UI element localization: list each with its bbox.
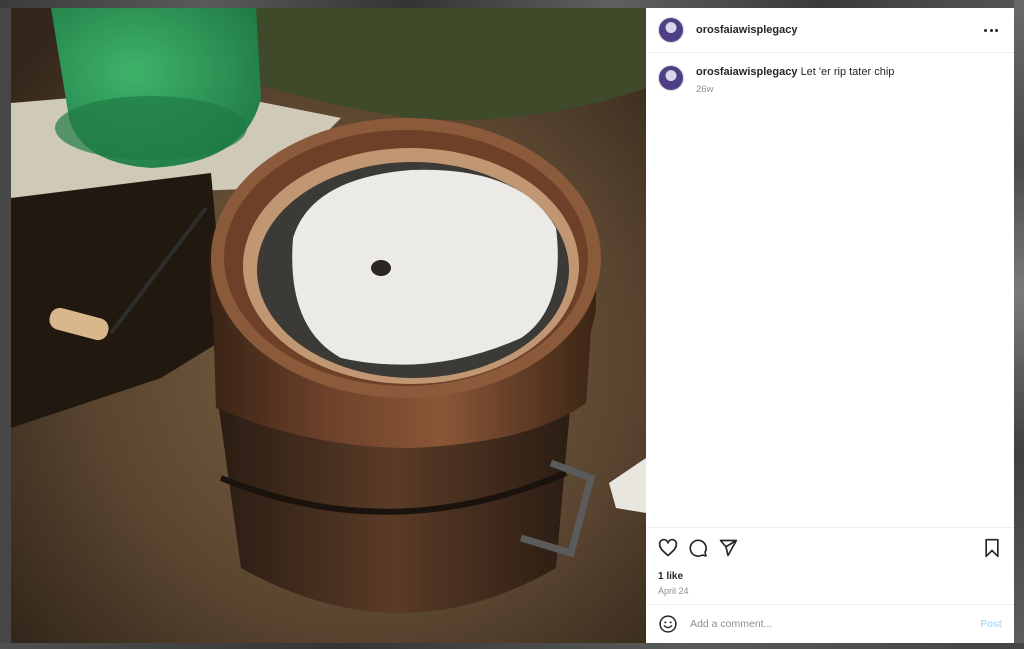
backdrop-bottom-edge [0, 643, 1024, 649]
caption-username[interactable]: orosfaiawisplegacy [696, 66, 798, 78]
caption-text: Let 'er rip tater chip [800, 66, 895, 78]
action-icons-row [658, 538, 1002, 558]
backdrop-right-edge [1014, 0, 1024, 649]
comment-bubble-icon[interactable] [688, 538, 708, 558]
emoji-icon[interactable] [658, 614, 678, 634]
more-dot [984, 28, 987, 32]
more-dot [989, 28, 993, 32]
header-username[interactable]: orosfaiawisplegacy [696, 24, 798, 36]
caption-body: orosfaiawisplegacy Let 'er rip tater chi… [696, 65, 894, 97]
post-photo [11, 8, 646, 643]
caption-avatar[interactable] [658, 65, 684, 91]
caption-timestamp[interactable]: 26w [696, 82, 894, 97]
avatar[interactable] [658, 17, 684, 43]
post-header: orosfaiawisplegacy [646, 8, 1014, 53]
more-dot [995, 28, 998, 32]
caption-row: orosfaiawisplegacy Let 'er rip tater chi… [658, 65, 1002, 97]
backdrop-top-strip [0, 0, 1024, 8]
post-modal: orosfaiawisplegacy orosfaiawisplegacy Le… [11, 8, 1014, 643]
paper-plane-icon[interactable] [718, 538, 738, 558]
heart-icon[interactable] [658, 538, 678, 558]
post-photo-image [11, 8, 646, 643]
comments-section[interactable]: orosfaiawisplegacy Let 'er rip tater chi… [646, 53, 1014, 527]
post-comment-button[interactable]: Post [980, 619, 1002, 630]
post-side-panel: orosfaiawisplegacy orosfaiawisplegacy Le… [646, 8, 1014, 643]
comment-box: Post [646, 604, 1014, 643]
post-actions: 1 like April 24 [646, 527, 1014, 604]
more-options-icon[interactable] [980, 25, 1002, 36]
like-count[interactable]: 1 like [658, 571, 1002, 582]
comment-input[interactable] [688, 617, 981, 631]
post-date[interactable]: April 24 [658, 586, 1002, 596]
bookmark-icon[interactable] [982, 538, 1002, 558]
